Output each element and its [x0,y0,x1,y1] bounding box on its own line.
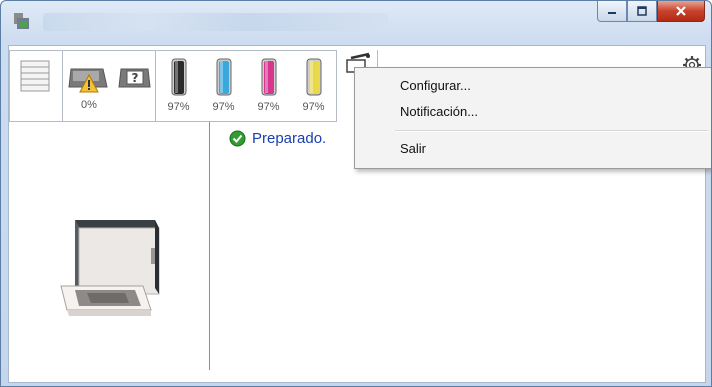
status-monitor-window: 0% ? 97% 97% 97% 97% Preparado. Configur… [0,0,712,387]
maximize-button[interactable] [627,1,657,22]
tray-level-label: 0% [81,99,97,111]
window-title [43,13,388,31]
toner-black-label: 97% [167,101,190,113]
paper-stack-icon [20,60,50,92]
unknown-status[interactable]: ? [115,51,155,95]
paper-status[interactable] [10,51,62,112]
toner-cyan-icon [216,58,231,96]
toner-yellow-icon [306,58,321,96]
question-icon: ? [118,68,151,88]
menu-item-configurar[interactable]: Configurar... [400,78,471,93]
status-text: Preparado. [252,130,327,147]
toner-magenta-label: 97% [257,101,280,113]
minimize-button[interactable] [597,1,627,22]
caption-buttons [597,1,705,23]
tray-group: 0% ? [63,50,156,122]
status-toolbar: 0% ? 97% 97% 97% 97% [9,50,378,122]
paper-group [9,50,63,122]
menu-separator [395,130,708,132]
minimize-icon [608,12,616,14]
tray-status[interactable]: 0% [63,51,115,112]
status-line: Preparado. [229,130,326,147]
close-icon [676,6,686,16]
context-menu: Configurar... Notificación... Salir [354,67,711,169]
menu-item-notificacion[interactable]: Notificación... [400,104,478,119]
toner-cyan-label: 97% [212,101,235,113]
tray-warning-icon [68,68,108,93]
toner-magenta-status[interactable]: 97% [246,51,291,114]
printer-image-pane [9,122,210,370]
toner-yellow-label: 97% [302,101,325,113]
toner-yellow-status[interactable]: 97% [291,51,336,114]
toner-magenta-icon [261,58,276,96]
title-bar[interactable] [1,1,711,45]
check-circle-icon [229,130,246,147]
close-button[interactable] [657,1,705,22]
toner-group: 97% 97% 97% 97% [156,50,337,122]
maximize-icon [637,6,647,16]
app-icon [14,13,29,29]
toner-cyan-status[interactable]: 97% [201,51,246,114]
svg-text:?: ? [132,71,139,85]
menu-item-salir[interactable]: Salir [400,141,426,156]
toner-black-icon [171,58,186,96]
printer-image [60,220,160,316]
toner-black-status[interactable]: 97% [156,51,201,114]
